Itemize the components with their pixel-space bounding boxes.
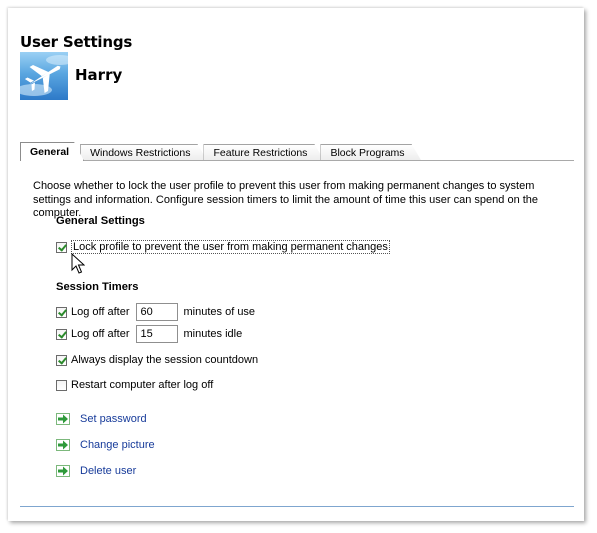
log-off-idle-suffix: minutes idle [183,328,243,340]
airplane-icon [20,55,68,96]
green-arrow-icon [56,465,70,477]
countdown-label[interactable]: Always display the session countdown [71,354,258,366]
tab-bar: General Windows Restrictions Feature Res… [20,142,418,161]
lock-profile-row[interactable]: Lock profile to prevent the user from ma… [56,240,390,254]
user-name: Harry [75,66,123,84]
restart-checkbox[interactable] [56,379,67,391]
lock-profile-checkbox[interactable] [56,241,67,253]
tab-general[interactable]: General [20,142,84,161]
settings-window: User Settings Harry General Windows Rest… [8,8,584,521]
tab-feature-restrictions[interactable]: Feature Restrictions [203,144,324,161]
countdown-checkbox[interactable] [56,354,67,366]
minutes-idle-input[interactable] [135,325,178,343]
log-off-idle-checkbox[interactable] [56,328,67,340]
change-picture-link-row[interactable]: Change picture [56,439,155,451]
log-off-use-checkbox[interactable] [56,306,67,318]
log-off-use-row: Log off after minutes of use [56,303,255,321]
page-title: User Settings [20,33,133,51]
green-arrow-icon [56,439,70,451]
log-off-use-suffix: minutes of use [183,306,256,318]
delete-user-link[interactable]: Delete user [80,465,136,477]
delete-user-link-row[interactable]: Delete user [56,465,136,477]
bottom-divider [20,506,574,507]
tab-block-programs[interactable]: Block Programs [320,144,421,161]
log-off-use-label[interactable]: Log off after [71,306,130,318]
set-password-link[interactable]: Set password [80,413,147,425]
general-settings-heading: General Settings [56,215,145,227]
tab-windows-restrictions[interactable]: Windows Restrictions [80,144,207,161]
set-password-link-row[interactable]: Set password [56,413,147,425]
green-arrow-icon [56,413,70,425]
log-off-idle-label[interactable]: Log off after [71,328,130,340]
minutes-of-use-input[interactable] [135,303,178,321]
change-picture-link[interactable]: Change picture [80,439,155,451]
lock-profile-label[interactable]: Lock profile to prevent the user from ma… [71,240,390,254]
countdown-row[interactable]: Always display the session countdown [56,354,258,366]
restart-label[interactable]: Restart computer after log off [71,379,213,391]
tab-divider [20,160,574,161]
log-off-idle-row: Log off after minutes idle [56,325,242,343]
restart-row[interactable]: Restart computer after log off [56,379,213,391]
session-timers-heading: Session Timers [56,281,139,293]
mouse-cursor-icon [71,253,85,274]
user-avatar[interactable] [20,52,68,100]
